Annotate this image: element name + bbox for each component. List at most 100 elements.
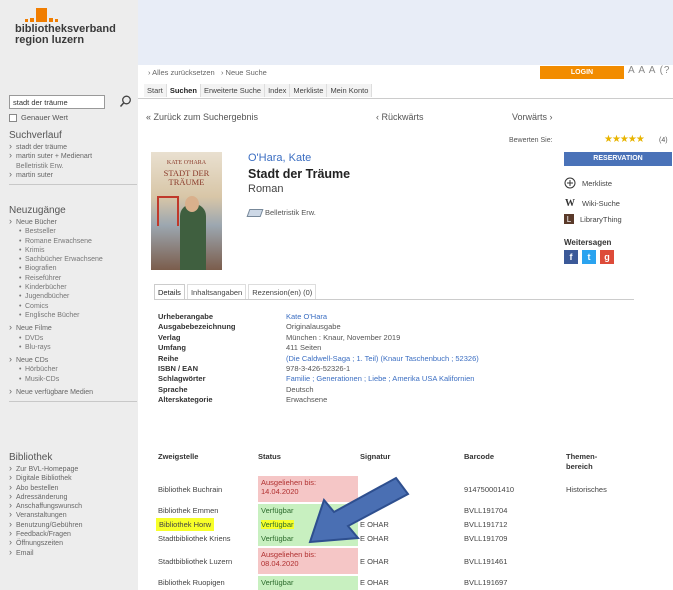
sidebar-item-library[interactable]: Veranstaltungen <box>9 510 137 520</box>
logo[interactable]: bibliotheksverband region luzern <box>15 7 116 46</box>
barcode-cell: BVLL191461 <box>464 557 508 566</box>
header-signature: Signatur <box>360 452 391 461</box>
sidebar-item-library[interactable]: Öffnungszeiten <box>9 538 137 548</box>
sidebar-item-library[interactable]: Feedback/Fragen <box>9 529 137 539</box>
sidebar-subitem[interactable]: Musik-CDs <box>9 375 137 385</box>
detail-tabs-divider <box>154 299 634 300</box>
sidebar-item-library[interactable]: Abo bestellen <box>9 483 137 493</box>
exact-checkbox[interactable] <box>9 113 17 122</box>
sidebar-item-library[interactable]: Email <box>9 548 137 558</box>
logo-mark <box>25 7 116 22</box>
tab-watchlist[interactable]: Merkliste <box>290 84 328 97</box>
header-branch: Zweigstelle <box>158 452 199 461</box>
sidebar-subitem[interactable]: Kinderbücher <box>9 283 137 293</box>
metadata-value[interactable]: Familie ; Generationen ; Liebe ; Amerika… <box>286 374 474 384</box>
main-tabs: Start Suchen Erweiterte Suche Index Merk… <box>144 84 373 97</box>
metadata-value: Originalausgabe <box>286 322 341 332</box>
branch-cell: Bibliothek Buchrain <box>158 485 223 494</box>
new-section: Neuzugänge Neue Bücher Bestseller Romane… <box>9 205 137 406</box>
rating-stars[interactable]: ★★★★★ <box>604 134 645 145</box>
tab-start[interactable]: Start <box>144 84 167 97</box>
sidebar-subitem[interactable]: Bestseller <box>9 227 137 237</box>
font-size-controls[interactable]: A A A (? <box>628 65 670 76</box>
librarything-link[interactable]: L LibraryThing <box>564 214 622 224</box>
book-cover[interactable]: KATE O'HARA STADT DER TRÄUME <box>151 152 222 270</box>
sidebar-subitem[interactable]: Biografien <box>9 264 137 274</box>
metadata-value: München : Knaur, November 2019 <box>286 332 401 342</box>
metadata-key: Ausgabebezeichnung <box>158 322 236 332</box>
tab-reviews[interactable]: Rezension(en) (0) <box>248 284 317 300</box>
metadata-list: Urheberangabe Kate O'Hara Ausgabebezeichn… <box>158 312 479 406</box>
signature-cell: E OHAR <box>360 557 389 566</box>
exact-checkbox-row[interactable]: Genauer Wert <box>9 113 131 122</box>
table-row: Bibliothek Ruopigen Verfügbar E OHAR BVL… <box>154 576 672 590</box>
sidebar-subitem[interactable]: Reiseführer <box>9 274 137 284</box>
tab-details[interactable]: Details <box>154 284 185 300</box>
sidebar-item-library[interactable]: Zur BVL-Homepage <box>9 464 137 474</box>
history-item[interactable]: martin suter <box>9 170 137 180</box>
share-heading: Weitersagen <box>564 238 612 247</box>
tab-index[interactable]: Index <box>265 84 291 97</box>
reservation-button[interactable]: RESERVATION <box>564 152 672 166</box>
next-link[interactable]: Vorwärts › <box>512 112 553 122</box>
twitter-icon[interactable]: t <box>582 250 596 264</box>
metadata-value[interactable]: Kate O'Hara <box>286 312 327 322</box>
breadcrumb: › Alles zurücksetzen › Neue Suche <box>148 68 267 77</box>
sidebar-subitem[interactable]: Romane Erwachsene <box>9 237 137 247</box>
metadata-key: Reihe <box>158 353 179 363</box>
metadata-row: Reihe (Die Caldwell-Saga ; 1. Teil) (Knau… <box>158 354 479 364</box>
history-item[interactable]: stadt der träume <box>9 142 137 152</box>
tab-account[interactable]: Mein Konto <box>327 84 373 97</box>
search-input[interactable] <box>9 95 105 109</box>
metadata-key: Alterskategorie <box>158 395 213 405</box>
header-banner <box>138 0 673 65</box>
back-to-results-link[interactable]: « Zurück zum Suchergebnis <box>146 112 258 122</box>
sidebar-subitem[interactable]: Englische Bücher <box>9 311 137 321</box>
tab-search[interactable]: Suchen <box>166 84 201 97</box>
sidebar-item-new-cds[interactable]: Neue CDs <box>9 355 137 365</box>
sidebar-item-all-new[interactable]: Neue verfügbare Medien <box>9 387 137 397</box>
book-author[interactable]: O'Hara, Kate <box>248 152 311 164</box>
history-item[interactable]: martin suter + Medienart <box>9 151 137 161</box>
sidebar-item-library[interactable]: Adressänderung <box>9 492 137 502</box>
metadata-key: Sprache <box>158 384 188 394</box>
prev-link[interactable]: ‹ Rückwärts <box>376 112 424 122</box>
tab-advanced-search[interactable]: Erweiterte Suche <box>200 84 266 97</box>
signature-cell: E OHAR <box>360 578 389 587</box>
history-item-cont[interactable]: Belletristik Erw. <box>9 162 137 171</box>
facebook-icon[interactable]: f <box>564 250 578 264</box>
sidebar-subitem[interactable]: Hörbücher <box>9 365 137 375</box>
sidebar-subitem[interactable]: Krimis <box>9 246 137 256</box>
sidebar-item-library[interactable]: Benutzung/Gebühren <box>9 520 137 530</box>
sidebar-subitem[interactable]: DVDs <box>9 334 137 344</box>
media-label: Belletristik Erw. <box>265 208 316 217</box>
wiki-link[interactable]: W Wiki-Suche <box>564 197 620 209</box>
sidebar-subitem[interactable]: Sachbücher Erwachsene <box>9 255 137 265</box>
metadata-key: Urheberangabe <box>158 312 214 321</box>
sidebar-item-library[interactable]: Digitale Bibliothek <box>9 473 137 483</box>
metadata-row: Schlagwörter Familie ; Generationen ; Lie… <box>158 374 479 384</box>
bridge-illustration <box>157 196 179 226</box>
librarything-icon: L <box>564 214 574 224</box>
tab-summaries[interactable]: Inhaltsangaben <box>186 284 247 300</box>
sidebar-item-new-books[interactable]: Neue Bücher <box>9 217 137 227</box>
woman-illustration <box>180 204 206 270</box>
sidebar-subitem[interactable]: Jugendbücher <box>9 292 137 302</box>
sidebar-item-library[interactable]: Anschaffungswunsch <box>9 501 137 511</box>
watchlist-link[interactable]: Merkliste <box>564 177 612 189</box>
metadata-value[interactable]: (Die Caldwell-Saga ; 1. Teil) (Knaur Tas… <box>286 354 479 364</box>
sidebar-subitem[interactable]: Blu-rays <box>9 343 137 353</box>
tabs-divider <box>138 98 673 99</box>
google-plus-icon[interactable]: g <box>600 250 614 264</box>
divider <box>9 184 137 186</box>
login-button[interactable]: LOGIN <box>540 66 624 79</box>
header-theme-cont: bereich <box>566 462 593 471</box>
divider <box>9 401 137 403</box>
new-search-link[interactable]: › Neue Suche <box>221 68 267 77</box>
sidebar-subitem[interactable]: Comics <box>9 302 137 312</box>
metadata-row: Alterskategorie Erwachsene <box>158 395 479 405</box>
media-type: Belletristik Erw. <box>246 208 316 217</box>
search-icon[interactable] <box>119 95 133 109</box>
reset-link[interactable]: › Alles zurücksetzen <box>148 68 215 77</box>
sidebar-item-new-films[interactable]: Neue Filme <box>9 323 137 333</box>
